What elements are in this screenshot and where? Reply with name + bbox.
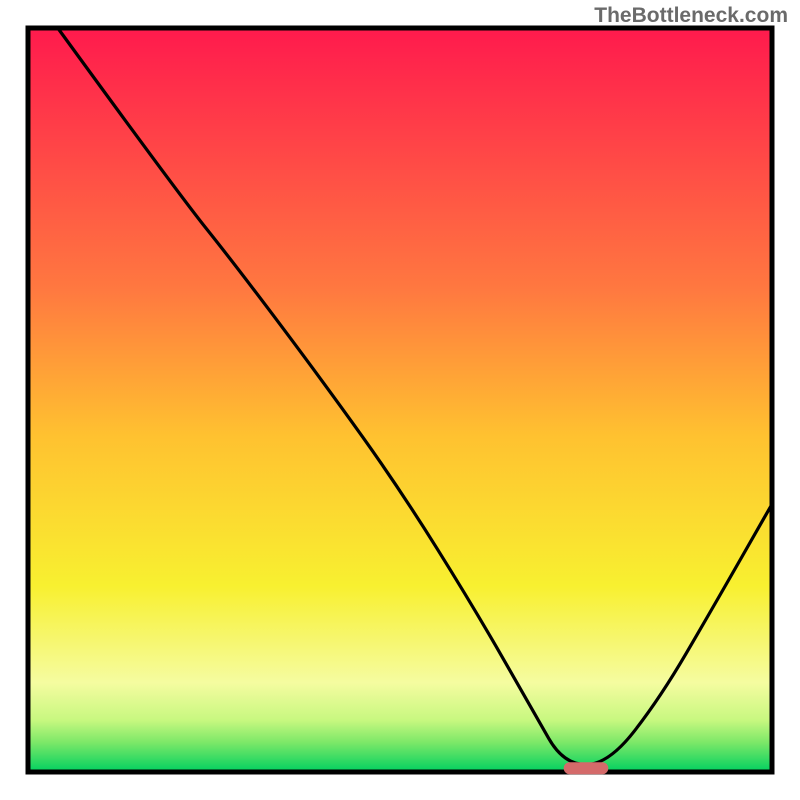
bottleneck-chart [0,0,800,800]
chart-container: TheBottleneck.com [0,0,800,800]
watermark-text: TheBottleneck.com [594,4,788,28]
optimal-marker [564,762,609,774]
